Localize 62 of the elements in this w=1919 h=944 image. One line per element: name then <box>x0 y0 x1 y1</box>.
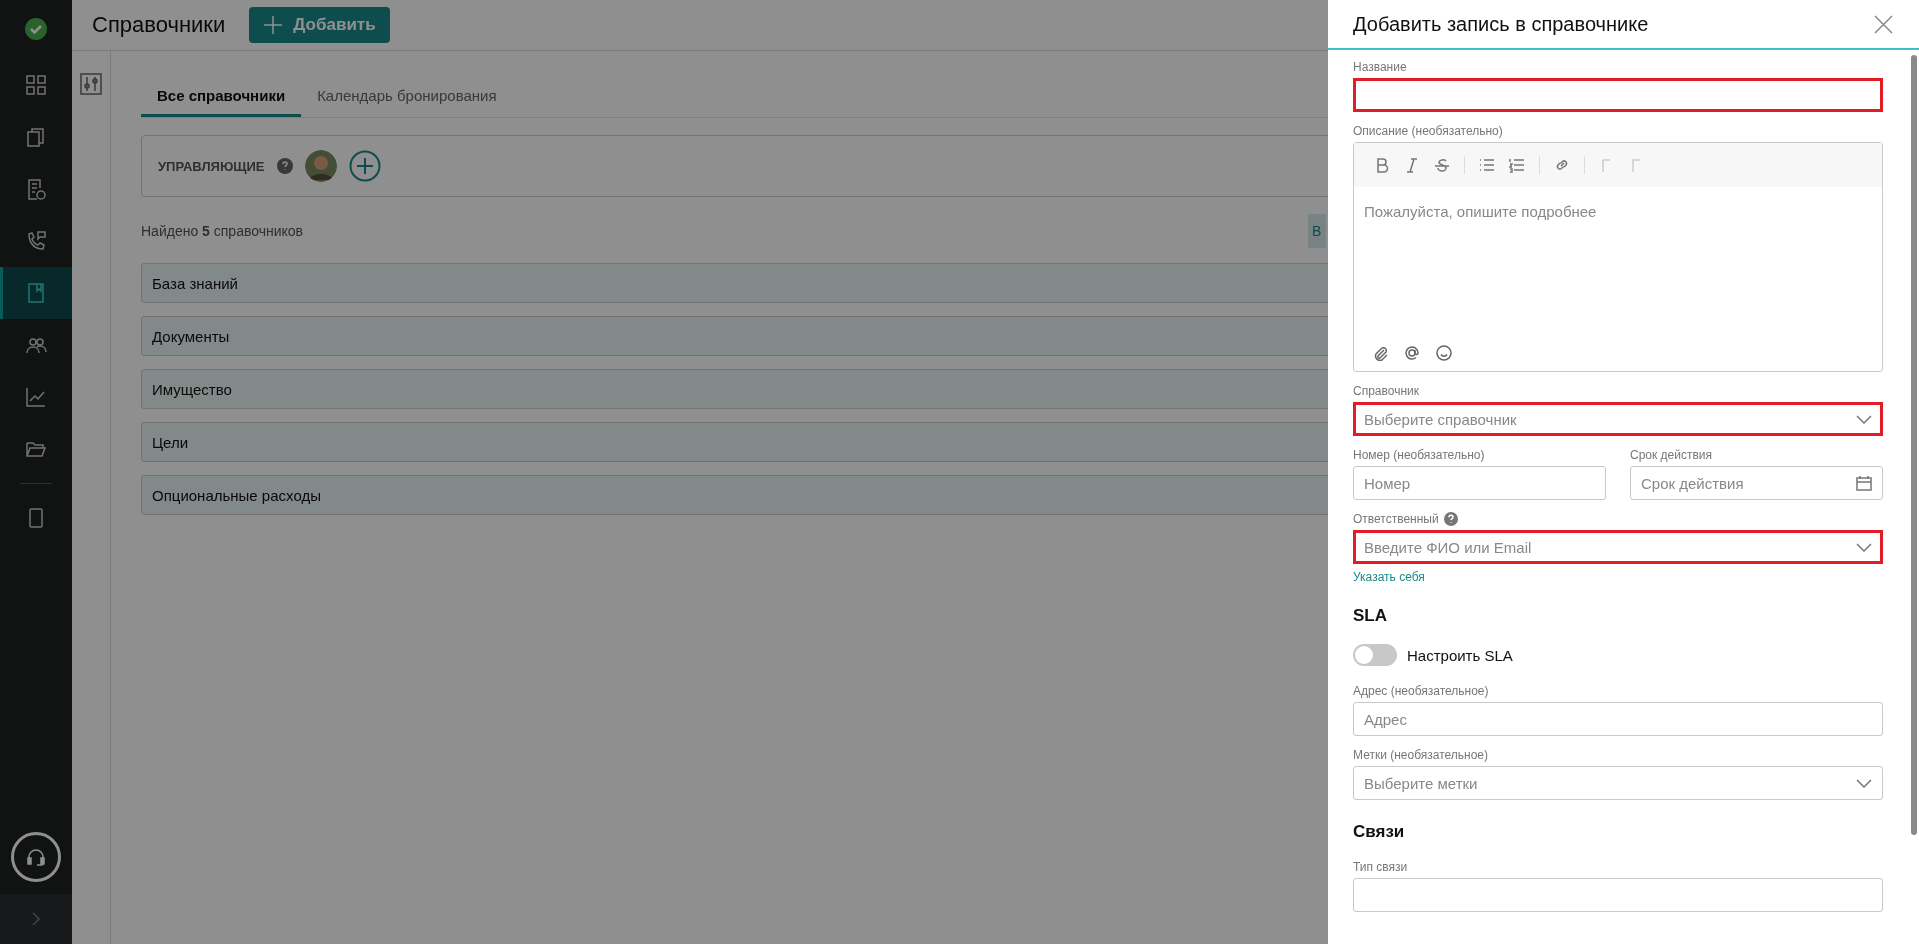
documents-icon <box>25 126 47 148</box>
placeholder-text: Пожалуйста, опишите подробнее <box>1364 203 1597 220</box>
input-field[interactable] <box>1353 878 1883 912</box>
section-heading: Связи <box>1353 822 1406 842</box>
add-circle-icon[interactable] <box>348 150 381 182</box>
book-icon <box>25 282 47 304</box>
strikethrough-icon[interactable] <box>1434 157 1450 173</box>
bulleted-list-icon[interactable] <box>1479 157 1495 173</box>
text-editor[interactable]: Пожалуйста, опишите подробнее <box>1353 142 1883 372</box>
input-field[interactable]: Номер <box>1353 466 1606 500</box>
at-sign-icon[interactable] <box>1404 345 1420 361</box>
phone-icon <box>25 230 47 252</box>
italic-icon[interactable] <box>1404 157 1420 173</box>
support-button[interactable] <box>11 832 61 882</box>
dropdown[interactable]: Выберите метки <box>1353 766 1883 800</box>
field-label: Срок действия <box>1630 448 1713 462</box>
calendar-icon <box>1856 475 1872 491</box>
help-icon <box>276 158 293 174</box>
avatar[interactable] <box>304 150 337 182</box>
field-label: Тип связи <box>1353 860 1408 874</box>
field-label: Название <box>1353 60 1407 74</box>
sidebar-item[interactable] <box>0 267 72 319</box>
results-count: Найдено 5 справочников <box>141 223 304 239</box>
input-field[interactable]: Адрес <box>1353 702 1883 736</box>
field-label: Метки (необязательное) <box>1353 748 1489 762</box>
chevron-down-icon <box>1856 778 1872 788</box>
input-field[interactable] <box>1353 78 1883 112</box>
tab[interactable]: Все справочники <box>141 87 302 117</box>
field-label: Справочник <box>1353 384 1419 398</box>
date-field[interactable]: Срок действия <box>1630 466 1883 500</box>
bold-icon[interactable] <box>1374 157 1390 173</box>
sliders-icon[interactable] <box>80 73 102 95</box>
section-heading: SLA <box>1353 606 1388 626</box>
toggle-label: Настроить SLA <box>1407 646 1513 664</box>
add-button[interactable]: Добавить <box>249 7 390 43</box>
dropdown[interactable]: Введите ФИО или Email <box>1353 530 1883 564</box>
smiley-icon[interactable] <box>1436 345 1452 361</box>
toolbar-button[interactable]: В <box>1308 214 1326 248</box>
link-icon[interactable] <box>1554 157 1570 173</box>
scrollbar[interactable] <box>1911 55 1917 835</box>
field-label: Ответственный <box>1353 512 1439 526</box>
toggle-switch[interactable] <box>1353 644 1397 666</box>
link[interactable]: Указать себя <box>1353 570 1425 584</box>
plus-icon <box>263 15 284 35</box>
document-question-icon <box>25 178 47 200</box>
panel-title: Добавить запись в справочнике <box>1353 12 1649 36</box>
chevron-down-icon <box>1856 414 1872 424</box>
paperclip-icon[interactable] <box>1372 345 1388 361</box>
check-logo-icon[interactable] <box>24 17 48 41</box>
field-label: Номер (необязательно) <box>1353 448 1485 462</box>
close-icon[interactable] <box>1874 14 1893 34</box>
headset-icon <box>25 846 47 868</box>
chevron-down-icon <box>1856 542 1872 552</box>
field-label: Адрес (необязательное) <box>1353 684 1489 698</box>
numbered-list-icon[interactable] <box>1509 157 1525 173</box>
tab[interactable]: Календарь бронирования <box>301 87 513 117</box>
dropdown[interactable]: Выберите справочник <box>1353 402 1883 436</box>
managers-label: УПРАВЛЯЮЩИЕ <box>158 158 265 174</box>
line-chart-icon <box>25 386 47 408</box>
page-title: Справочники <box>92 12 226 38</box>
field-label: Описание (необязательно) <box>1353 124 1503 138</box>
grid-icon <box>25 74 47 96</box>
